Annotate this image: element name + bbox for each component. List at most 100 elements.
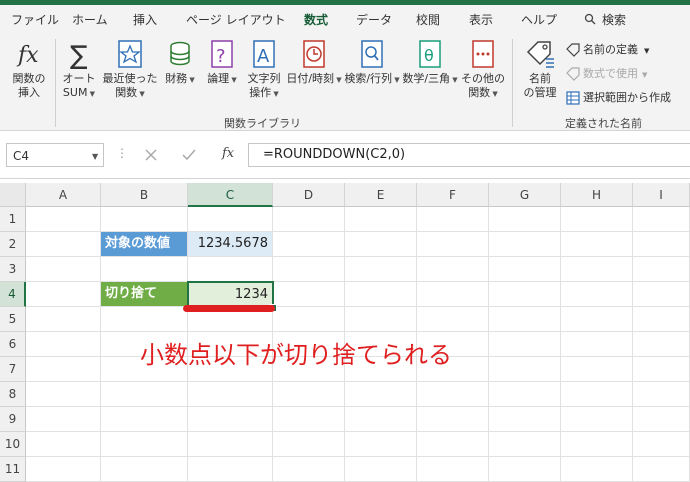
column-header-g[interactable]: G <box>489 183 561 207</box>
row-header-1[interactable]: 1 <box>0 207 26 232</box>
grid-cell[interactable] <box>561 282 633 307</box>
grid-cell[interactable] <box>633 457 690 482</box>
row-header-3[interactable]: 3 <box>0 257 26 282</box>
grid-cell[interactable] <box>417 257 489 282</box>
tab-file[interactable]: ファイル <box>11 11 59 28</box>
grid-cell[interactable] <box>188 382 273 407</box>
grid-cell[interactable] <box>633 282 690 307</box>
grid-cell[interactable] <box>101 407 188 432</box>
datetime-button[interactable]: 日付/時刻 ▼ <box>286 39 342 87</box>
column-header-c[interactable]: C <box>188 183 273 207</box>
grid-cell[interactable] <box>561 332 633 357</box>
grid-cell[interactable] <box>633 232 690 257</box>
column-header-f[interactable]: F <box>417 183 489 207</box>
cell-b4[interactable]: 切り捨て <box>101 282 188 307</box>
tab-formulas[interactable]: 数式 <box>304 11 328 28</box>
check-icon[interactable] <box>182 148 196 162</box>
grid-cell[interactable] <box>417 282 489 307</box>
row-header-2[interactable]: 2 <box>0 232 26 257</box>
grid-cell[interactable] <box>417 382 489 407</box>
grid-cell[interactable] <box>633 307 690 332</box>
grid-cell[interactable] <box>417 232 489 257</box>
row-header-9[interactable]: 9 <box>0 407 26 432</box>
grid-cell[interactable] <box>345 207 417 232</box>
grid-cell[interactable] <box>489 357 561 382</box>
grid-cell[interactable] <box>101 307 188 332</box>
grid-cell[interactable] <box>489 432 561 457</box>
column-header-h[interactable]: H <box>561 183 633 207</box>
grid-cell[interactable] <box>273 382 345 407</box>
chevron-down-icon[interactable]: ▼ <box>92 152 98 161</box>
grid-cell[interactable] <box>561 357 633 382</box>
grid-cell[interactable] <box>273 232 345 257</box>
tab-home[interactable]: ホーム <box>72 11 108 28</box>
grid-cell[interactable] <box>188 257 273 282</box>
grid-cell[interactable] <box>489 307 561 332</box>
grid-cell[interactable] <box>101 207 188 232</box>
drag-handle-icon[interactable]: ⋮ <box>116 146 128 160</box>
grid-cell[interactable] <box>633 382 690 407</box>
grid-cell[interactable] <box>417 407 489 432</box>
grid-cell[interactable] <box>417 207 489 232</box>
cell-c2[interactable]: 1234.5678 <box>188 232 273 257</box>
cell-b2[interactable]: 対象の数値 <box>101 232 188 257</box>
grid-cell[interactable] <box>26 332 101 357</box>
grid-cell[interactable] <box>26 232 101 257</box>
grid-cell[interactable] <box>26 407 101 432</box>
define-name-button[interactable]: 名前の定義 ▼ <box>566 41 649 59</box>
grid-cell[interactable] <box>345 457 417 482</box>
grid-cell[interactable] <box>633 407 690 432</box>
grid-cell[interactable] <box>345 257 417 282</box>
autosum-button[interactable]: ∑ オート SUM ▼ <box>58 39 100 101</box>
grid-cell[interactable] <box>26 257 101 282</box>
text-functions-button[interactable]: A 文字列 操作 ▼ <box>244 39 284 101</box>
column-header-e[interactable]: E <box>345 183 417 207</box>
row-header-8[interactable]: 8 <box>0 382 26 407</box>
tab-help[interactable]: ヘルプ <box>521 11 557 28</box>
use-in-formula-button[interactable]: 数式で使用 ▼ <box>566 65 647 83</box>
lookup-button[interactable]: 検索/行列 ▼ <box>344 39 400 87</box>
grid-cell[interactable] <box>561 457 633 482</box>
more-functions-button[interactable]: その他の 関数 ▼ <box>460 39 506 101</box>
tab-data[interactable]: データ <box>356 11 392 28</box>
grid-cell[interactable] <box>417 307 489 332</box>
grid-cell[interactable] <box>489 257 561 282</box>
grid-cell[interactable] <box>345 432 417 457</box>
grid-cell[interactable] <box>101 432 188 457</box>
select-all-corner[interactable] <box>0 183 26 207</box>
cell-c4-selected[interactable]: 1234 <box>187 281 274 308</box>
grid-cell[interactable] <box>273 457 345 482</box>
column-header-d[interactable]: D <box>273 183 345 207</box>
grid-cell[interactable] <box>561 207 633 232</box>
grid-cell[interactable] <box>633 257 690 282</box>
column-header-a[interactable]: A <box>26 183 101 207</box>
grid-cell[interactable] <box>561 432 633 457</box>
insert-function-button[interactable]: fx 関数の 挿入 <box>6 39 52 100</box>
column-header-i[interactable]: I <box>633 183 690 207</box>
grid-cell[interactable] <box>633 432 690 457</box>
recent-functions-button[interactable]: 最近使った 関数 ▼ <box>102 39 158 101</box>
grid-cell[interactable] <box>633 357 690 382</box>
grid-cell[interactable] <box>26 357 101 382</box>
grid-cell[interactable] <box>26 457 101 482</box>
grid-cell[interactable] <box>489 407 561 432</box>
grid-cell[interactable] <box>26 282 101 307</box>
grid-cell[interactable] <box>633 207 690 232</box>
grid-cell[interactable] <box>101 457 188 482</box>
grid-cell[interactable] <box>561 307 633 332</box>
row-header-6[interactable]: 6 <box>0 332 26 357</box>
cancel-icon[interactable] <box>144 148 158 162</box>
tab-insert[interactable]: 挿入 <box>133 11 157 28</box>
grid-cell[interactable] <box>345 232 417 257</box>
grid-cell[interactable] <box>273 407 345 432</box>
financial-button[interactable]: 財務 ▼ <box>162 39 198 87</box>
grid-cell[interactable] <box>101 257 188 282</box>
grid-cell[interactable] <box>345 282 417 307</box>
grid-cell[interactable] <box>273 257 345 282</box>
grid-cell[interactable] <box>633 332 690 357</box>
grid-cell[interactable] <box>188 432 273 457</box>
grid-cell[interactable] <box>26 207 101 232</box>
insert-function-fx-icon[interactable]: fx <box>222 146 234 161</box>
row-header-7[interactable]: 7 <box>0 357 26 382</box>
row-header-10[interactable]: 10 <box>0 432 26 457</box>
